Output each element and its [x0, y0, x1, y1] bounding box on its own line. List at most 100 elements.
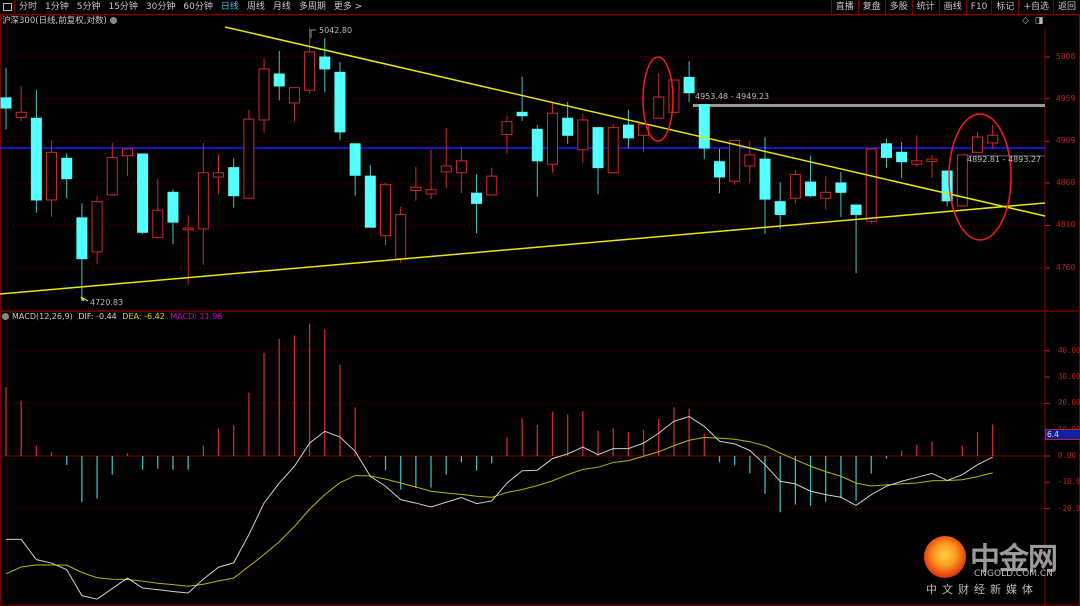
candle-body	[76, 217, 88, 260]
candle-down	[850, 204, 862, 274]
candle-body	[729, 139, 741, 182]
candle-down	[835, 171, 847, 217]
candle-down	[698, 104, 710, 160]
diamond-icon[interactable]: ◇	[1022, 16, 1029, 26]
panel-toggle-icon[interactable]: ◨	[1035, 16, 1044, 26]
toolbar-button[interactable]: 标记	[991, 0, 1018, 14]
macd-tick-label: 30.00	[1058, 372, 1080, 382]
candle-body	[577, 119, 589, 151]
macd-tick-label: -10.00	[1058, 477, 1080, 487]
candle-body	[228, 167, 240, 197]
candle-body	[805, 181, 817, 197]
macd-tick-label: -20.00	[1058, 503, 1080, 513]
cursor-value-box: 6.4	[1045, 429, 1080, 440]
candle-up	[820, 176, 832, 210]
price-tick-label: 4860	[1056, 177, 1076, 187]
candle-body	[592, 127, 604, 169]
candle-down	[713, 148, 725, 194]
period-tab[interactable]: 5分钟	[73, 0, 105, 14]
macd-header: MACD(12,26,9) DIF: -0.44 DEA: -6.42 MACD…	[2, 312, 222, 322]
period-tab[interactable]: 60分钟	[179, 0, 216, 14]
dea-value: DEA: -6.42	[122, 312, 165, 321]
toolbar-button[interactable]: 多股	[884, 0, 912, 14]
toolbar-button[interactable]: F10	[965, 0, 992, 14]
candle-down	[774, 182, 786, 229]
upper-trendline[interactable]	[224, 26, 1046, 217]
candle-up	[926, 154, 938, 178]
candle-body	[911, 160, 923, 165]
logo-domain: CNGOLD.COM.CN	[974, 569, 1053, 579]
candle-body	[880, 143, 892, 158]
candle-up	[46, 140, 58, 217]
toolbar-button[interactable]: 画线	[938, 0, 966, 14]
price-tick-label: 4959	[1056, 93, 1076, 103]
candle-body	[197, 172, 209, 230]
toolbar: 分时 1分钟 5分钟 15分钟 30分钟 60分钟 日线 周线 月线 多周期 更多 > 直播 复盘 多股…	[0, 0, 1080, 15]
toolbar-button[interactable]: +自选	[1018, 0, 1053, 14]
price-tick-label: 4760	[1056, 263, 1076, 273]
candle-body	[531, 128, 543, 162]
settings-icon[interactable]	[109, 17, 117, 24]
candle-body	[304, 51, 316, 91]
candle-up	[972, 131, 984, 153]
toolbar-button[interactable]: 复盘	[857, 0, 885, 14]
candle-body	[30, 117, 42, 201]
low-price-label: 4720.83	[90, 298, 124, 307]
candle-body	[380, 184, 391, 237]
candle-up	[380, 182, 391, 246]
candle-body	[167, 191, 179, 223]
chart-title: 沪深300(日线,前复权,对数)	[2, 15, 117, 27]
candle-body	[774, 201, 786, 215]
candle-body	[562, 117, 574, 136]
candle-body	[622, 124, 634, 139]
corner-icons: ◇ ◨	[1022, 16, 1043, 26]
period-tab[interactable]: 多周期	[295, 0, 330, 14]
candle-body	[668, 79, 680, 113]
dif-line	[6, 416, 993, 600]
period-tab[interactable]: 1分钟	[41, 0, 73, 14]
toolbar-button[interactable]: 直播	[830, 0, 858, 14]
period-tab[interactable]: 15分钟	[104, 0, 141, 14]
chart-canvas[interactable]	[0, 0, 1080, 606]
candle-body	[759, 158, 771, 200]
macd-settings-icon[interactable]	[2, 313, 9, 320]
price-tick-label: 4909	[1056, 136, 1076, 146]
watermark-logo: 中金网 CNGOLD.COM.CN 中文财经新媒体	[922, 536, 1078, 606]
macd-value: MACD: 11.96	[170, 312, 223, 321]
period-tab[interactable]: 月线	[269, 0, 295, 14]
candle-body	[744, 154, 756, 167]
period-tab[interactable]: 更多 >	[330, 0, 366, 14]
dif-value: DIF: -0.44	[78, 312, 117, 321]
candle-body	[607, 127, 619, 174]
period-tab[interactable]: 30分钟	[142, 0, 179, 14]
candle-body	[471, 192, 483, 204]
candle-up	[288, 87, 300, 122]
candle-body	[121, 148, 133, 157]
candle-up	[577, 114, 589, 164]
toolbar-button[interactable]: 统计	[911, 0, 939, 14]
macd-tick-label: 0.00	[1058, 451, 1077, 460]
candle-body	[440, 165, 452, 173]
candle-up	[440, 127, 452, 189]
candle-up	[668, 79, 680, 113]
period-tab[interactable]: 周线	[243, 0, 269, 14]
candle-body	[501, 121, 513, 135]
period-tab[interactable]: 日线	[217, 0, 243, 14]
candle-up	[304, 27, 316, 94]
security-title: 沪深300(日线,前复权,对数)	[2, 16, 107, 26]
candle-body	[896, 151, 908, 163]
candle-up	[152, 178, 164, 239]
candle-body	[288, 87, 300, 104]
candle-body	[486, 175, 498, 196]
layout-toggle-icon[interactable]	[0, 0, 15, 13]
period-tab[interactable]: 分时	[15, 0, 41, 14]
candle-body	[46, 151, 58, 201]
candle-body	[713, 161, 725, 178]
candle-body	[835, 182, 847, 193]
candle-down	[334, 62, 346, 141]
toolbar-button[interactable]: 返回	[1052, 0, 1080, 14]
candle-body	[546, 112, 558, 165]
candle-up	[455, 146, 467, 194]
candle-up	[486, 167, 498, 196]
candle-up	[258, 58, 270, 133]
